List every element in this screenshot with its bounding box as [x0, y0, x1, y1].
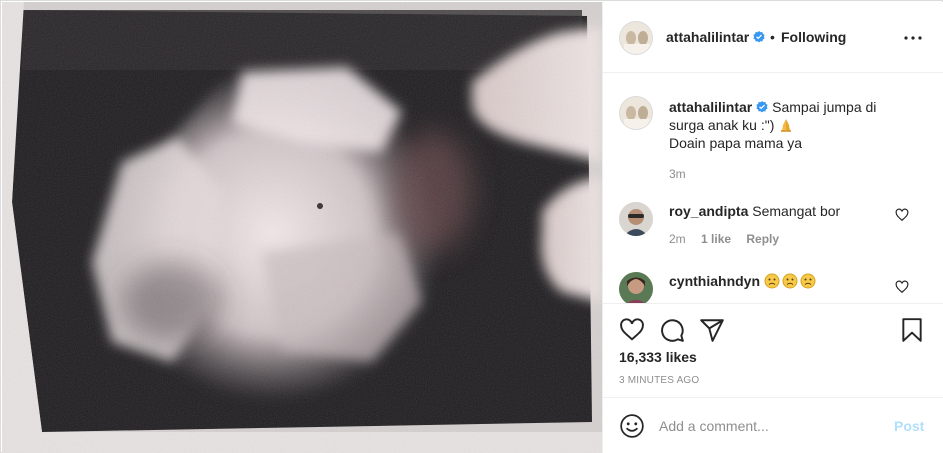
comment-body: cynthiahndyn — [669, 272, 899, 290]
caption-timestamp[interactable]: 3m — [669, 167, 686, 181]
comments-list[interactable]: attahalilintar Sampai jumpa di surga ana… — [603, 74, 943, 303]
more-horizontal-icon[interactable] — [901, 26, 925, 50]
comment-meta: 2m 1 like Reply — [669, 232, 791, 246]
comment-like-heart-icon[interactable] — [895, 280, 909, 294]
heart-icon[interactable] — [619, 317, 645, 343]
folded-hands-icon — [781, 119, 792, 132]
comment-time[interactable]: 2m — [669, 232, 686, 246]
comment-username[interactable]: cynthiahndyn — [669, 273, 760, 289]
send-icon[interactable] — [699, 317, 725, 343]
likes-count[interactable]: 16,333 likes — [619, 349, 697, 365]
comment-reply-button[interactable]: Reply — [746, 232, 779, 246]
sad-face-icon — [764, 273, 780, 289]
caption-username[interactable]: attahalilintar — [669, 99, 752, 115]
bookmark-icon[interactable] — [899, 317, 925, 343]
comment-likes[interactable]: 1 like — [701, 232, 731, 246]
comment-item: cynthiahndyn — [603, 272, 943, 303]
post-actions-bar — [603, 303, 943, 353]
comment-icon[interactable] — [659, 317, 685, 343]
post-photo[interactable] — [2, 2, 602, 453]
comment-body: roy_andipta Semangat bor — [669, 202, 899, 220]
ultrasound-photo-image — [2, 2, 602, 453]
add-comment-bar: Post — [603, 397, 943, 453]
post-header: attahalilintar • Following — [603, 2, 943, 73]
post-side-panel: attahalilintar • Following attahalilinta… — [602, 2, 943, 453]
post-dialog: attahalilintar • Following attahalilinta… — [0, 0, 943, 453]
comment-text: Semangat bor — [752, 203, 841, 219]
author-avatar[interactable] — [619, 21, 653, 55]
smiley-icon[interactable] — [619, 413, 645, 439]
post-comment-button[interactable]: Post — [894, 418, 924, 434]
author-username[interactable]: attahalilintar — [666, 29, 765, 45]
sad-face-icon — [782, 273, 798, 289]
comment-username[interactable]: roy_andipta — [669, 203, 748, 219]
post-caption: attahalilintar Sampai jumpa di surga ana… — [669, 98, 899, 152]
following-button[interactable]: Following — [781, 29, 846, 45]
comment-input[interactable] — [659, 413, 879, 439]
caption-author-avatar[interactable] — [619, 96, 653, 130]
caption-text-line2: Doain papa mama ya — [669, 135, 803, 151]
comment-avatar[interactable] — [619, 202, 653, 236]
sad-face-icon — [800, 273, 816, 289]
comment-avatar[interactable] — [619, 272, 653, 303]
header-separator: • — [770, 29, 775, 45]
verified-badge-icon — [756, 101, 768, 113]
verified-badge-icon — [753, 31, 765, 43]
comment-like-heart-icon[interactable] — [895, 208, 909, 222]
comment-item: roy_andipta Semangat bor 2m 1 like Reply — [603, 202, 943, 262]
post-timestamp[interactable]: 3 MINUTES AGO — [619, 375, 699, 386]
author-username-text[interactable]: attahalilintar — [666, 29, 749, 45]
